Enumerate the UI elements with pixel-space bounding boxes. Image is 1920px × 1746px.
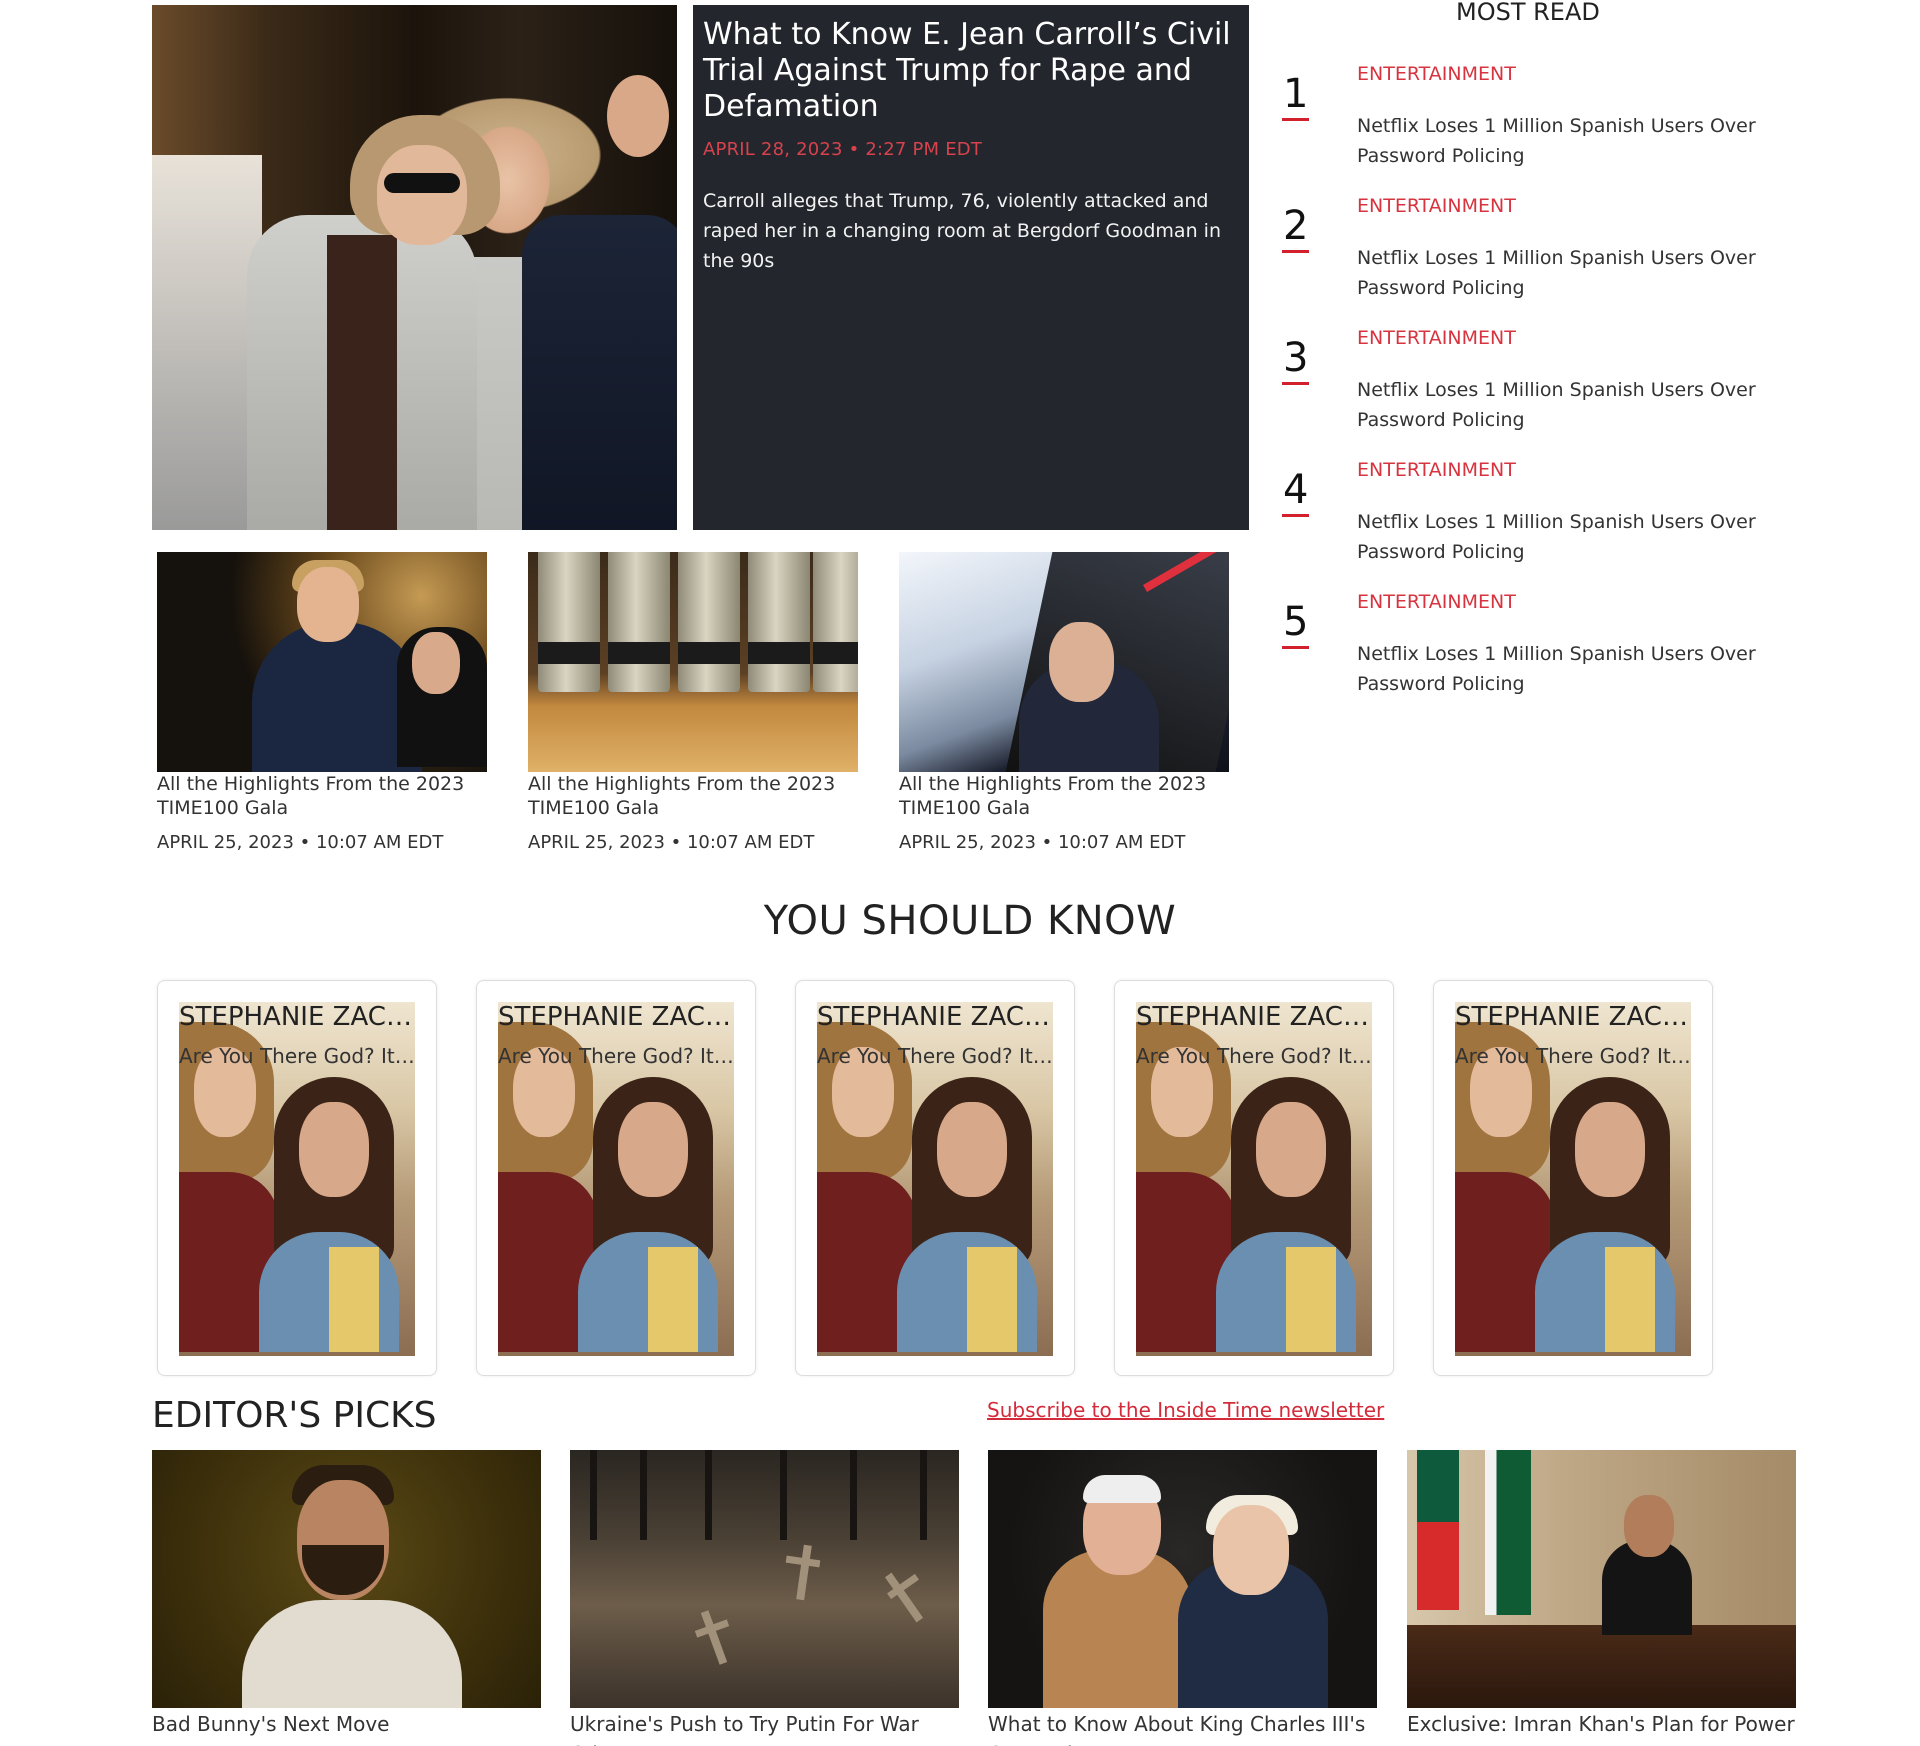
editors-pick-caption[interactable]: What to Know About King Charles III's Co… [988,1709,1377,1746]
most-read-rank: 3 [1282,337,1310,385]
article-card-image[interactable] [899,552,1229,772]
subscribe-newsletter-link[interactable]: Subscribe to the Inside Time newsletter [987,1398,1384,1422]
you-should-know-card[interactable]: STEPHANIE ZACH... Are You There God? It'… [795,980,1075,1376]
you-should-know-name: STEPHANIE ZACH... [1136,1002,1372,1032]
article-card-date: APRIL 25, 2023 • 10:07 AM EDT [157,832,444,853]
editors-pick-image[interactable] [570,1450,959,1708]
most-read-category[interactable]: ENTERTAINMENT [1357,459,1516,481]
editors-picks-heading: EDITOR'S PICKS [152,1395,437,1436]
editors-pick-card[interactable]: What to Know About King Charles III's Co… [988,1450,1377,1746]
most-read-category[interactable]: ENTERTAINMENT [1357,63,1516,85]
most-read-heading: MOST READ [1456,0,1600,26]
most-read-rank: 1 [1282,73,1310,121]
most-read-rank: 5 [1282,601,1310,649]
article-card-image[interactable] [157,552,487,772]
you-should-know-image[interactable]: STEPHANIE ZACH... Are You There God? It'… [498,1002,734,1356]
article-card-date: APRIL 25, 2023 • 10:07 AM EDT [528,832,815,853]
most-read-category[interactable]: ENTERTAINMENT [1357,591,1516,613]
you-should-know-image[interactable]: STEPHANIE ZACH... Are You There God? It'… [1455,1002,1691,1356]
editors-pick-image[interactable] [152,1450,541,1708]
hero-title[interactable]: What to Know E. Jean Carroll’s Civil Tri… [703,17,1237,125]
most-read-title[interactable]: Netflix Loses 1 Million Spanish Users Ov… [1357,507,1787,567]
article-card[interactable]: All the Highlights From the 2023 TIME100… [899,552,1229,853]
most-read-category[interactable]: ENTERTAINMENT [1357,327,1516,349]
you-should-know-card[interactable]: STEPHANIE ZACH... Are You There God? It'… [476,980,756,1376]
editors-pick-caption[interactable]: Bad Bunny's Next Move [152,1709,541,1739]
you-should-know-name: STEPHANIE ZACH... [817,1002,1053,1032]
most-read-rank: 2 [1282,205,1310,253]
you-should-know-name: STEPHANIE ZACH... [179,1002,415,1032]
you-should-know-image[interactable]: STEPHANIE ZACH... Are You There God? It'… [179,1002,415,1356]
most-read-rank: 4 [1282,469,1310,517]
hero-date: APRIL 28, 2023 • 2:27 PM EDT [703,139,983,160]
most-read-title[interactable]: Netflix Loses 1 Million Spanish Users Ov… [1357,375,1787,435]
hero-description: Carroll alleges that Trump, 76, violentl… [703,190,1221,272]
hero-panel[interactable]: What to Know E. Jean Carroll’s Civil Tri… [693,5,1249,530]
you-should-know-card[interactable]: STEPHANIE ZACH... Are You There God? It'… [1433,980,1713,1376]
you-should-know-card[interactable]: STEPHANIE ZACH... Are You There God? It'… [1114,980,1394,1376]
editors-pick-caption[interactable]: Ukraine's Push to Try Putin For War Crim… [570,1709,959,1746]
you-should-know-subtitle: Are You There God? It's... [498,1044,734,1068]
you-should-know-subtitle: Are You There God? It's... [817,1044,1053,1068]
you-should-know-image[interactable]: STEPHANIE ZACH... Are You There God? It'… [817,1002,1053,1356]
editors-pick-image[interactable] [1407,1450,1796,1708]
article-card[interactable]: All the Highlights From the 2023 TIME100… [157,552,487,853]
you-should-know-name: STEPHANIE ZACH... [1455,1002,1691,1032]
article-card-title[interactable]: All the Highlights From the 2023 TIME100… [528,772,858,820]
you-should-know-image[interactable]: STEPHANIE ZACH... Are You There God? It'… [1136,1002,1372,1356]
you-should-know-subtitle: Are You There God? It's... [1455,1044,1691,1068]
editors-pick-image[interactable] [988,1450,1377,1708]
article-card-title[interactable]: All the Highlights From the 2023 TIME100… [157,772,487,820]
editors-pick-card[interactable]: Exclusive: Imran Khan's Plan for Power [1407,1450,1796,1739]
you-should-know-subtitle: Are You There God? It's... [179,1044,415,1068]
editors-pick-card[interactable]: Bad Bunny's Next Move [152,1450,541,1739]
most-read-title[interactable]: Netflix Loses 1 Million Spanish Users Ov… [1357,243,1787,303]
article-card[interactable]: All the Highlights From the 2023 TIME100… [528,552,858,853]
most-read-category[interactable]: ENTERTAINMENT [1357,195,1516,217]
most-read-title[interactable]: Netflix Loses 1 Million Spanish Users Ov… [1357,111,1787,171]
you-should-know-heading: YOU SHOULD KNOW [763,898,1177,944]
article-card-image[interactable] [528,552,858,772]
you-should-know-card[interactable]: STEPHANIE ZACH... Are You There God? It'… [157,980,437,1376]
you-should-know-subtitle: Are You There God? It's... [1136,1044,1372,1068]
article-card-title[interactable]: All the Highlights From the 2023 TIME100… [899,772,1229,820]
editors-pick-caption[interactable]: Exclusive: Imran Khan's Plan for Power [1407,1709,1796,1739]
most-read-title[interactable]: Netflix Loses 1 Million Spanish Users Ov… [1357,639,1787,699]
editors-pick-card[interactable]: Ukraine's Push to Try Putin For War Crim… [570,1450,959,1746]
you-should-know-name: STEPHANIE ZACH... [498,1002,734,1032]
article-card-date: APRIL 25, 2023 • 10:07 AM EDT [899,832,1186,853]
hero-image[interactable] [152,5,677,530]
